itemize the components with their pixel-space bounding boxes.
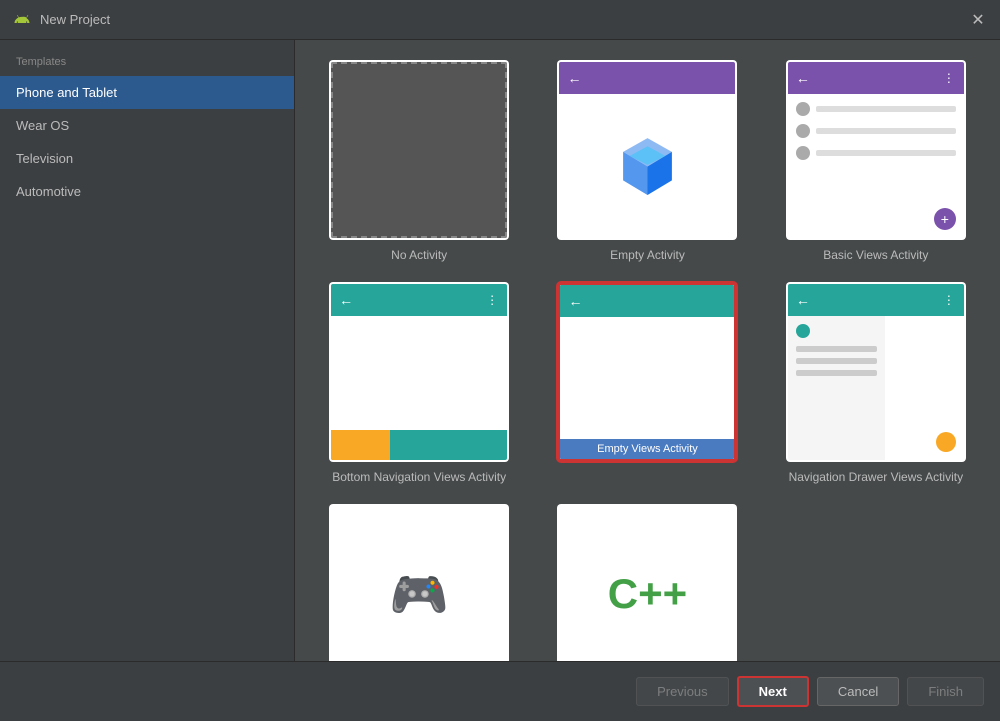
- template-basic-views[interactable]: ← ⋮: [772, 60, 980, 262]
- close-icon[interactable]: ✕: [968, 10, 988, 30]
- sidebar-section-label: Templates: [0, 52, 294, 76]
- phone-mockup-cpp: C++: [559, 506, 735, 661]
- list-line3: [816, 150, 956, 156]
- sidebar-item-automotive[interactable]: Automotive: [0, 175, 294, 208]
- back-arrow-icon4: ←: [568, 293, 582, 309]
- list-items: [788, 94, 964, 176]
- list-dot3: [796, 146, 810, 160]
- template-no-activity[interactable]: No Activity: [315, 60, 523, 262]
- phone-body-nav-drawer: [788, 316, 964, 460]
- gamepad-icon: 🎮: [389, 566, 449, 623]
- phone-header-empty-views: ←: [560, 285, 734, 317]
- footer: Previous Next Cancel Finish: [0, 661, 1000, 721]
- bottom-bar-item3: [449, 430, 508, 460]
- selected-overlay-label: Empty Views Activity: [560, 439, 734, 459]
- drawer-item1: [796, 346, 877, 352]
- drawer-panel: [788, 316, 885, 460]
- template-label-bottom-nav: Bottom Navigation Views Activity: [332, 470, 506, 484]
- list-dot2: [796, 124, 810, 138]
- template-game[interactable]: 🎮 Game Activity: [315, 504, 523, 661]
- template-label-nav-drawer: Navigation Drawer Views Activity: [789, 470, 964, 484]
- bottom-bar-item-active: [331, 430, 390, 460]
- phone-header-bottom-nav: ← ⋮: [331, 284, 507, 316]
- drawer-item2: [796, 358, 877, 364]
- content-area: No Activity ←: [295, 40, 1000, 661]
- phone-body-game: 🎮: [331, 506, 507, 661]
- template-thumb-nav-drawer: ← ⋮: [786, 282, 966, 462]
- list-dot: [796, 102, 810, 116]
- back-arrow-icon: ←: [567, 70, 581, 86]
- phone-mockup-nav-drawer: ← ⋮: [788, 284, 964, 460]
- phone-header-basic-views: ← ⋮: [788, 62, 964, 94]
- back-arrow-icon2: ←: [796, 70, 810, 86]
- no-activity-box: [331, 62, 507, 238]
- phone-mockup-basic-views: ← ⋮: [788, 62, 964, 238]
- drawer-dot: [796, 324, 810, 338]
- main-content: Templates Phone and Tablet Wear OS Telev…: [0, 40, 1000, 661]
- template-label-basic-views: Basic Views Activity: [823, 248, 928, 262]
- list-line: [816, 106, 956, 112]
- template-thumb-empty-views: ← Empty Views Activity: [557, 282, 737, 462]
- menu-dots-icon3: ⋮: [943, 293, 956, 307]
- sidebar-item-television[interactable]: Television: [0, 142, 294, 175]
- template-nav-drawer[interactable]: ← ⋮ Na: [772, 282, 980, 484]
- sidebar-item-wear-os[interactable]: Wear OS: [0, 109, 294, 142]
- fab-icon: +: [934, 208, 956, 230]
- template-thumb-game: 🎮: [329, 504, 509, 661]
- sidebar-item-phone-tablet[interactable]: Phone and Tablet: [0, 76, 294, 109]
- titlebar-title: New Project: [40, 12, 110, 27]
- fab-gold-icon: [936, 432, 956, 452]
- template-empty-views[interactable]: ← Empty Views Activity: [543, 282, 751, 484]
- phone-header-nav-drawer: ← ⋮: [788, 284, 964, 316]
- cancel-button[interactable]: Cancel: [817, 677, 899, 706]
- sidebar: Templates Phone and Tablet Wear OS Telev…: [0, 40, 295, 661]
- bottom-bar: [331, 430, 507, 460]
- phone-body-empty-activity: [559, 94, 735, 238]
- drawer-item3: [796, 370, 877, 376]
- template-native-cpp[interactable]: C++ Native C++: [543, 504, 751, 661]
- android-cube-icon: [615, 134, 680, 199]
- phone-mockup-game: 🎮: [331, 506, 507, 661]
- android-icon: [12, 10, 32, 30]
- template-thumb-empty-activity: ←: [557, 60, 737, 240]
- template-thumb-basic-views: ← ⋮: [786, 60, 966, 240]
- back-arrow-icon5: ←: [796, 292, 810, 308]
- template-label-empty-activity: Empty Activity: [610, 248, 685, 262]
- phone-body-basic-views: +: [788, 94, 964, 238]
- previous-button[interactable]: Previous: [636, 677, 729, 706]
- cpp-text: C++: [608, 570, 687, 618]
- next-button[interactable]: Next: [737, 676, 809, 707]
- template-label-no-activity: No Activity: [391, 248, 447, 262]
- template-thumb-cpp: C++: [557, 504, 737, 661]
- template-empty-activity[interactable]: ←: [543, 60, 751, 262]
- list-item-row: [796, 102, 956, 116]
- template-thumb-no-activity: [329, 60, 509, 240]
- template-bottom-nav[interactable]: ← ⋮ Bottom Navigation Views Activity: [315, 282, 523, 484]
- phone-header-empty-activity: ←: [559, 62, 735, 94]
- phone-mockup-empty-activity: ←: [559, 62, 735, 238]
- list-item-row3: [796, 146, 956, 160]
- phone-body-empty-views: [560, 317, 734, 459]
- finish-button[interactable]: Finish: [907, 677, 984, 706]
- list-line2: [816, 128, 956, 134]
- templates-grid: No Activity ←: [315, 60, 980, 661]
- phone-body-cpp: C++: [559, 506, 735, 661]
- titlebar: New Project ✕: [0, 0, 1000, 40]
- template-thumb-bottom-nav: ← ⋮: [329, 282, 509, 462]
- menu-dots-icon2: ⋮: [486, 293, 499, 307]
- bottom-bar-item2: [390, 430, 449, 460]
- phone-mockup-bottom-nav: ← ⋮: [331, 284, 507, 460]
- back-arrow-icon3: ←: [339, 292, 353, 308]
- phone-mockup-empty-views: ←: [560, 285, 734, 459]
- menu-dots-icon: ⋮: [943, 71, 956, 85]
- phone-body-bottom-nav: [331, 316, 507, 460]
- list-item-row2: [796, 124, 956, 138]
